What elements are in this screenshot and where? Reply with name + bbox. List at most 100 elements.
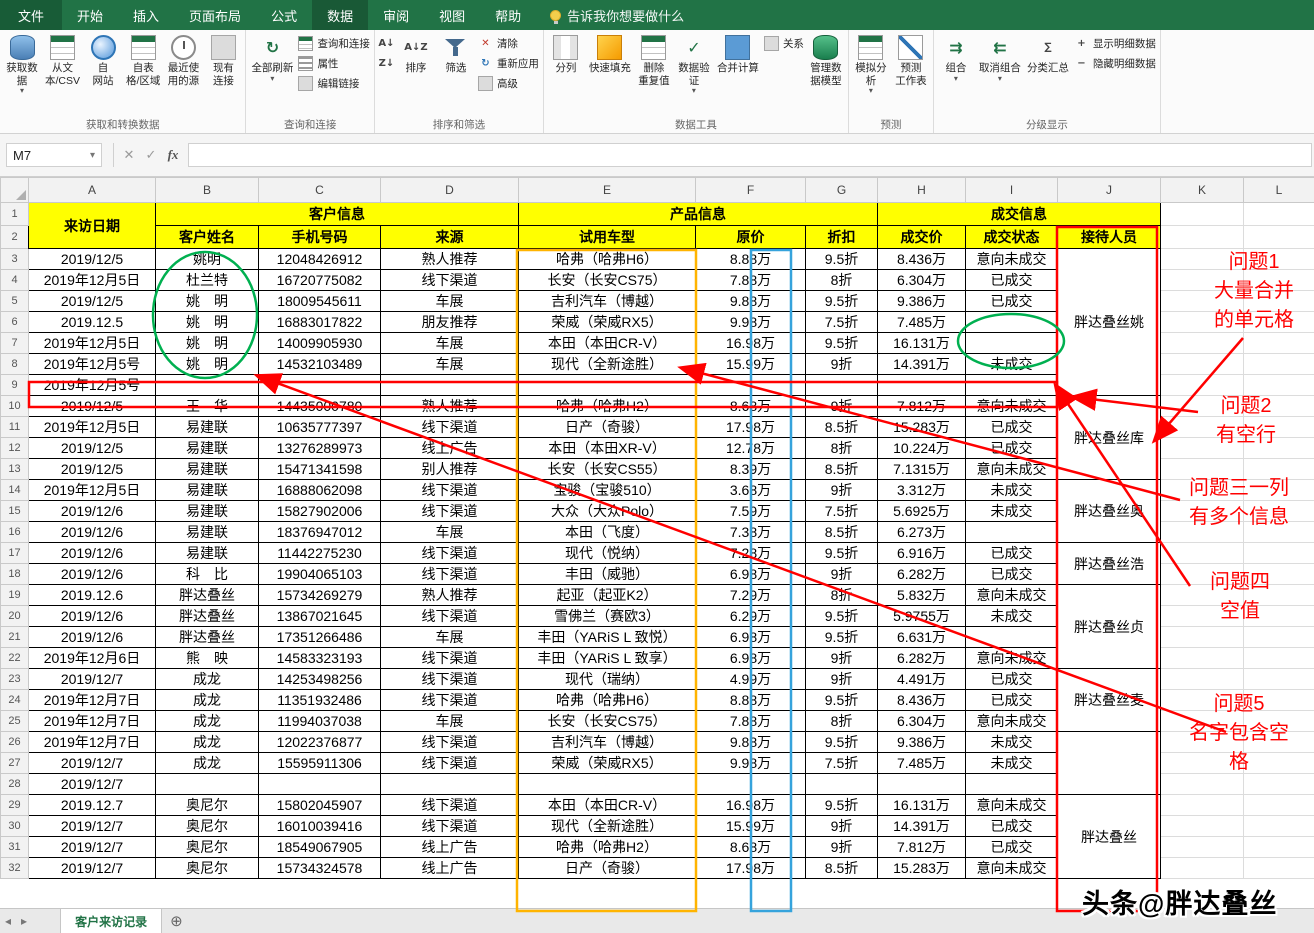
cell-B5[interactable]: 姚 明: [155, 290, 259, 312]
cell-G10[interactable]: 9折: [805, 395, 878, 417]
cell-F31[interactable]: 8.68万: [695, 836, 806, 858]
cell-E15[interactable]: 大众（大众Polo）: [518, 500, 696, 522]
cell-L13[interactable]: [1243, 458, 1314, 480]
cell-L18[interactable]: [1243, 563, 1314, 585]
cell-L5[interactable]: [1243, 290, 1314, 312]
cell-L12[interactable]: [1243, 437, 1314, 459]
cell-K21[interactable]: [1160, 626, 1244, 648]
cell-C4[interactable]: 16720775082: [258, 269, 381, 291]
cell-D25[interactable]: 车展: [380, 710, 519, 732]
cell-L1[interactable]: [1243, 202, 1314, 226]
row-header-25[interactable]: 25: [0, 710, 29, 732]
cell-K20[interactable]: [1160, 605, 1244, 627]
cell-G9[interactable]: [805, 374, 878, 396]
cell-A1[interactable]: 来访日期: [28, 202, 156, 249]
cell-H25[interactable]: 6.304万: [877, 710, 966, 732]
cell-B20[interactable]: 胖达叠丝: [155, 605, 259, 627]
row-header-15[interactable]: 15: [0, 500, 29, 522]
data-validation-button[interactable]: ✓ 数据验证 ▾: [674, 32, 714, 95]
cell-G2[interactable]: 折扣: [805, 225, 878, 249]
cell-L2[interactable]: [1243, 225, 1314, 249]
sheet-nav-right-icon[interactable]: ▸: [16, 909, 32, 933]
cell-B31[interactable]: 奥尼尔: [155, 836, 259, 858]
cell-F17[interactable]: 7.28万: [695, 542, 806, 564]
cell-H1[interactable]: 成交信息: [877, 202, 1161, 226]
cell-E10[interactable]: 哈弗（哈弗H2）: [518, 395, 696, 417]
filter-button[interactable]: 筛选: [436, 32, 476, 75]
cell-B23[interactable]: 成龙: [155, 668, 259, 690]
cell-I25[interactable]: 意向未成交: [965, 710, 1058, 732]
cell-A31[interactable]: 2019/12/7: [28, 836, 156, 858]
cell-D6[interactable]: 朋友推荐: [380, 311, 519, 333]
cell-D8[interactable]: 车展: [380, 353, 519, 375]
cell-I12[interactable]: 已成交: [965, 437, 1058, 459]
cell-D27[interactable]: 线下渠道: [380, 752, 519, 774]
existing-connections-button[interactable]: 现有 连接: [203, 32, 243, 87]
cell-G17[interactable]: 9.5折: [805, 542, 878, 564]
cell-G29[interactable]: 9.5折: [805, 794, 878, 816]
cell-E26[interactable]: 吉利汽车（博越）: [518, 731, 696, 753]
cell-L26[interactable]: [1243, 731, 1314, 753]
cell-D23[interactable]: 线下渠道: [380, 668, 519, 690]
cell-A20[interactable]: 2019/12/6: [28, 605, 156, 627]
cell-E32[interactable]: 日产（奇骏）: [518, 857, 696, 879]
cell-A29[interactable]: 2019.12.7: [28, 794, 156, 816]
cell-F27[interactable]: 9.98万: [695, 752, 806, 774]
cell-K32[interactable]: [1160, 857, 1244, 879]
cell-I4[interactable]: 已成交: [965, 269, 1058, 291]
cell-H12[interactable]: 10.224万: [877, 437, 966, 459]
cell-E14[interactable]: 宝骏（宝骏510）: [518, 479, 696, 501]
column-header-K[interactable]: K: [1160, 177, 1244, 203]
cell-A26[interactable]: 2019年12月7日: [28, 731, 156, 753]
cell-I24[interactable]: 已成交: [965, 689, 1058, 711]
cell-L11[interactable]: [1243, 416, 1314, 438]
cell-K13[interactable]: [1160, 458, 1244, 480]
cell-L28[interactable]: [1243, 773, 1314, 795]
cell-D19[interactable]: 熟人推荐: [380, 584, 519, 606]
cell-K1[interactable]: [1160, 202, 1244, 226]
row-header-14[interactable]: 14: [0, 479, 29, 501]
cell-B6[interactable]: 姚 明: [155, 311, 259, 333]
formula-input[interactable]: [188, 143, 1312, 167]
show-detail-button[interactable]: + 显示明细数据: [1074, 35, 1156, 52]
cell-B22[interactable]: 熊 映: [155, 647, 259, 669]
cell-F8[interactable]: 15.99万: [695, 353, 806, 375]
cell-K28[interactable]: [1160, 773, 1244, 795]
cell-E16[interactable]: 本田（飞度）: [518, 521, 696, 543]
cell-C6[interactable]: 16883017822: [258, 311, 381, 333]
cell-I29[interactable]: 意向未成交: [965, 794, 1058, 816]
column-header-G[interactable]: G: [805, 177, 878, 203]
cell-A16[interactable]: 2019/12/6: [28, 521, 156, 543]
cell-H30[interactable]: 14.391万: [877, 815, 966, 837]
row-header-16[interactable]: 16: [0, 521, 29, 543]
cell-B13[interactable]: 易建联: [155, 458, 259, 480]
cell-G8[interactable]: 9折: [805, 353, 878, 375]
cell-L3[interactable]: [1243, 248, 1314, 270]
cell-G28[interactable]: [805, 773, 878, 795]
cell-B25[interactable]: 成龙: [155, 710, 259, 732]
cell-I11[interactable]: 已成交: [965, 416, 1058, 438]
cell-H20[interactable]: 5.9755万: [877, 605, 966, 627]
cell-A14[interactable]: 2019年12月5日: [28, 479, 156, 501]
cell-K19[interactable]: [1160, 584, 1244, 606]
row-header-31[interactable]: 31: [0, 836, 29, 858]
cell-F26[interactable]: 9.88万: [695, 731, 806, 753]
cell-K5[interactable]: [1160, 290, 1244, 312]
cell-D26[interactable]: 线下渠道: [380, 731, 519, 753]
cell-C22[interactable]: 14583323193: [258, 647, 381, 669]
cell-A13[interactable]: 2019/12/5: [28, 458, 156, 480]
cell-L19[interactable]: [1243, 584, 1314, 606]
ribbon-tab-数据[interactable]: 数据: [312, 0, 369, 30]
cell-L25[interactable]: [1243, 710, 1314, 732]
cell-H9[interactable]: [877, 374, 966, 396]
row-header-3[interactable]: 3: [0, 248, 29, 270]
cell-K31[interactable]: [1160, 836, 1244, 858]
cell-L23[interactable]: [1243, 668, 1314, 690]
from-web-button[interactable]: 自网站: [83, 32, 123, 87]
cell-A5[interactable]: 2019/12/5: [28, 290, 156, 312]
cell-F12[interactable]: 12.78万: [695, 437, 806, 459]
cell-L20[interactable]: [1243, 605, 1314, 627]
cell-A24[interactable]: 2019年12月7日: [28, 689, 156, 711]
relationships-button[interactable]: 关系: [763, 35, 804, 52]
cell-C8[interactable]: 14532103489: [258, 353, 381, 375]
